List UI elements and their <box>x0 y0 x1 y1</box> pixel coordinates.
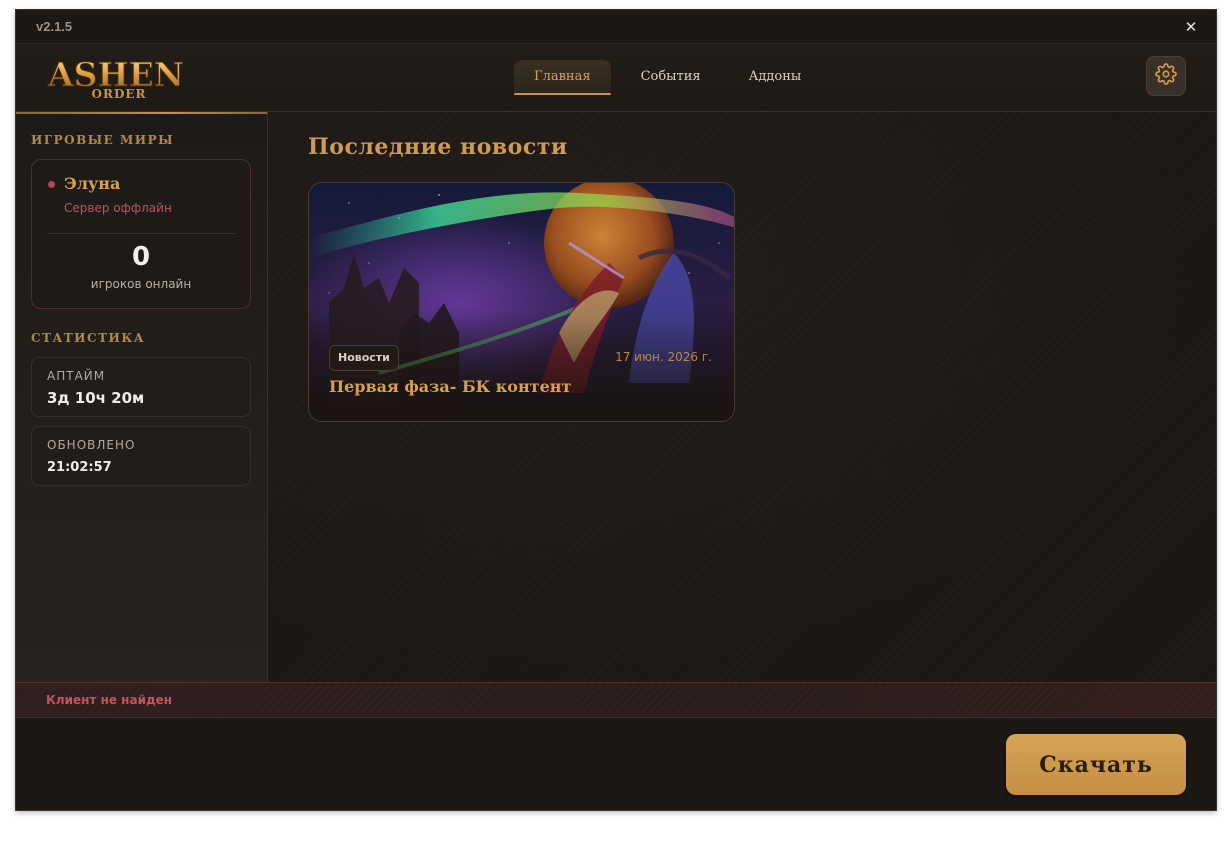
stats-section-title: СТАТИСТИКА <box>31 331 146 345</box>
status-dot-icon <box>48 181 55 188</box>
tab-home[interactable]: Главная <box>514 60 611 95</box>
sidebar-accent-line <box>16 112 267 114</box>
realm-status: Сервер оффлайн <box>64 201 172 215</box>
players-online-label: игроков онлайн <box>90 277 192 291</box>
main-content: Последние новости Новости 17 июн. 2026 г… <box>268 112 1216 682</box>
status-bar: Клиент не найден <box>16 682 1216 718</box>
uptime-label: АПТАЙМ <box>47 369 106 383</box>
uptime-card: АПТАЙМ 3д 10ч 20м <box>31 357 251 417</box>
news-card[interactable]: Новости 17 июн. 2026 г. Первая фаза- БК … <box>308 182 735 422</box>
launcher-window: v2.1.5 ✕ ASHEN ORDER Главная События Адд… <box>16 10 1216 810</box>
news-title: Первая фаза- БК контент <box>329 377 572 396</box>
divider <box>47 233 235 234</box>
sidebar: ИГРОВЫЕ МИРЫ Элуна Сервер оффлайн 0 игро… <box>16 112 268 682</box>
players-online-count: 0 <box>131 242 151 272</box>
client-status-text: Клиент не найден <box>46 693 173 707</box>
page-title: Последние новости <box>308 134 568 160</box>
title-bar[interactable]: v2.1.5 ✕ <box>16 10 1216 44</box>
footer: Скачать <box>16 718 1216 810</box>
close-button[interactable]: ✕ <box>1180 16 1202 38</box>
tab-addons[interactable]: Аддоны <box>725 60 826 94</box>
updated-label: ОБНОВЛЕНО <box>47 438 136 452</box>
realm-name: Элуна <box>64 174 121 193</box>
download-button[interactable]: Скачать <box>1006 734 1186 795</box>
news-date: 17 июн. 2026 г. <box>615 350 712 364</box>
updated-card: ОБНОВЛЕНО 21:02:57 <box>31 426 251 486</box>
header: ASHEN ORDER Главная События Аддоны <box>16 44 1216 112</box>
updated-value: 21:02:57 <box>47 460 112 475</box>
tab-events[interactable]: События <box>617 60 725 94</box>
version-label: v2.1.5 <box>36 19 73 34</box>
settings-button[interactable] <box>1146 56 1186 96</box>
news-tag-badge: Новости <box>329 345 399 371</box>
realms-section-title: ИГРОВЫЕ МИРЫ <box>31 133 175 147</box>
gear-icon <box>1155 63 1177 89</box>
realm-card[interactable]: Элуна Сервер оффлайн 0 игроков онлайн <box>31 159 251 309</box>
uptime-value: 3д 10ч 20м <box>47 389 145 407</box>
main-nav: Главная События Аддоны <box>514 59 825 95</box>
ashen-order-logo: ASHEN ORDER <box>46 54 186 102</box>
logo-subtext: ORDER <box>92 87 147 100</box>
